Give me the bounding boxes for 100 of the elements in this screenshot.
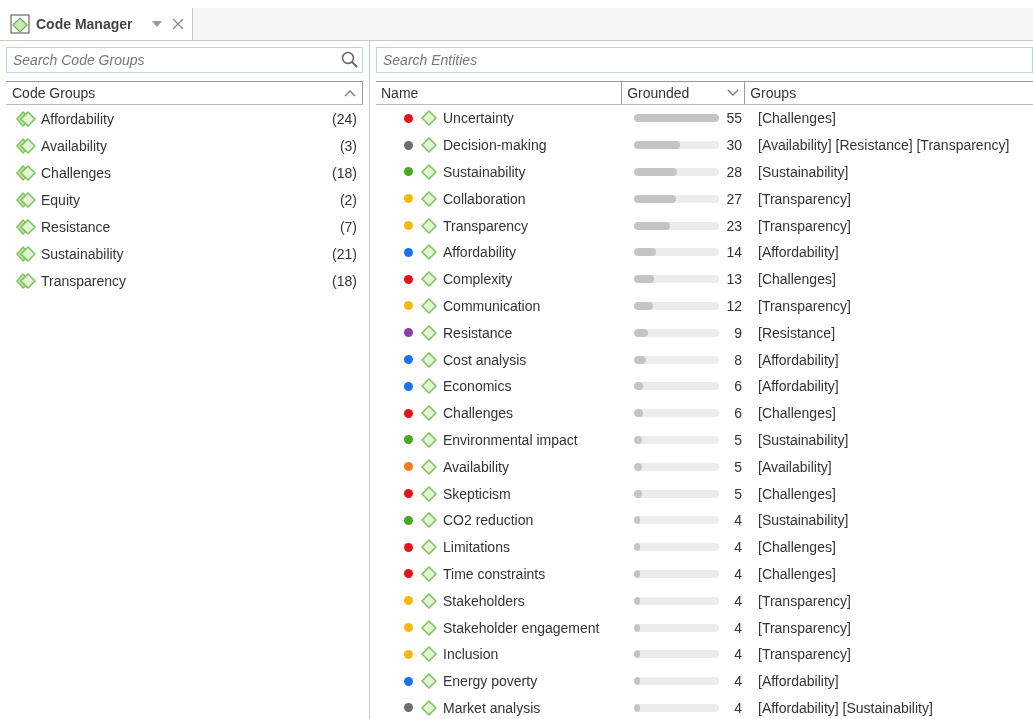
groups-cell-text: [Transparency] — [757, 217, 851, 234]
code-group-count: (3) — [339, 137, 357, 154]
groups-cell-text: [Sustainability] — [757, 512, 849, 529]
dropdown-icon[interactable] — [152, 21, 163, 27]
groups-cell-text: [Resistance] — [757, 324, 836, 341]
code-group-name[interactable]: Transparency — [41, 272, 333, 289]
code-icon — [421, 646, 437, 663]
code-manager-icon — [10, 14, 30, 34]
code-icon — [421, 592, 437, 609]
grounded-count: 4 — [733, 646, 742, 663]
column-header[interactable]: Grounded — [622, 82, 746, 104]
groups-cell-text: [Availability] — [757, 458, 832, 475]
code-icon — [421, 565, 437, 582]
code-icon — [421, 619, 437, 636]
close-icon[interactable] — [172, 18, 185, 30]
code-name[interactable]: Availability — [443, 458, 509, 475]
code-name[interactable]: Skepticism — [443, 485, 511, 502]
code-group-count: (7) — [339, 218, 357, 235]
code-group-name[interactable]: Equity — [41, 191, 340, 208]
code-name[interactable]: Challenges — [443, 405, 514, 422]
code-icon — [421, 512, 437, 529]
groups-cell-text: [Affordability] — [757, 378, 839, 395]
code-icon — [421, 271, 437, 288]
code-icon — [421, 137, 437, 154]
code-group-icon — [16, 164, 36, 181]
code-name[interactable]: Stakeholder engagement — [443, 619, 600, 636]
groups-cell-text: [Challenges] — [757, 565, 836, 582]
code-name[interactable]: Collaboration — [443, 190, 526, 207]
chevron-down-icon[interactable] — [727, 89, 740, 97]
groups-cell-text: [Challenges] — [757, 110, 836, 127]
code-group-count: (18) — [332, 272, 357, 289]
code-name[interactable]: Communication — [443, 297, 541, 314]
code-icon — [421, 405, 437, 422]
code-name[interactable]: Sustainability — [443, 164, 526, 180]
grounded-count: 12 — [725, 297, 742, 314]
code-group-icon — [16, 272, 36, 289]
grounded-count: 28 — [725, 164, 742, 180]
column-header[interactable]: Code Groups — [6, 81, 363, 105]
code-name[interactable]: Decision-making — [443, 137, 547, 154]
code-name[interactable]: Affordability — [443, 244, 516, 261]
code-name[interactable]: Limitations — [443, 539, 510, 556]
code-name[interactable]: Transparency — [443, 217, 529, 234]
code-icon — [421, 217, 437, 234]
groups-cell-text: [Challenges] — [757, 485, 836, 502]
grounded-count: 30 — [725, 137, 742, 154]
groups-cell-text: [Challenges] — [757, 405, 836, 422]
search-field[interactable]: Search Code Groups — [6, 47, 363, 73]
code-icon — [421, 190, 437, 207]
grounded-count: 23 — [725, 217, 742, 234]
code-name[interactable]: Environmental impact — [443, 431, 578, 448]
grounded-count: 4 — [733, 673, 742, 690]
code-group-icon — [16, 191, 36, 208]
grounded-count: 9 — [733, 324, 742, 341]
code-name[interactable]: Inclusion — [443, 646, 499, 663]
grounded-count: 6 — [733, 405, 742, 422]
groups-cell-text: [Challenges] — [757, 271, 836, 288]
code-name[interactable]: Time constraints — [443, 565, 546, 582]
grounded-count: 4 — [733, 539, 742, 556]
code-group-name[interactable]: Sustainability — [41, 245, 333, 262]
grounded-count: 5 — [733, 431, 742, 448]
groups-cell-text: [Affordability] — [757, 351, 839, 368]
code-group-name[interactable]: Challenges — [41, 164, 333, 181]
grounded-count: 13 — [725, 271, 742, 288]
groups-cell-text: [Challenges] — [757, 539, 836, 556]
code-name[interactable]: Economics — [443, 378, 512, 395]
grounded-count: 4 — [733, 592, 742, 609]
code-name[interactable]: Resistance — [443, 324, 513, 341]
code-group-name[interactable]: Affordability — [41, 110, 333, 127]
search-icon[interactable] — [341, 51, 358, 68]
groups-cell-text: [Transparency] — [757, 619, 851, 636]
code-name[interactable]: Cost analysis — [443, 351, 527, 368]
code-name[interactable]: Complexity — [443, 271, 513, 288]
search-field[interactable]: Search Entities — [376, 47, 1033, 73]
grounded-count: 4 — [733, 699, 742, 716]
code-name[interactable]: Stakeholders — [443, 592, 525, 609]
grounded-count: 4 — [733, 512, 742, 529]
code-group-icon — [16, 110, 36, 127]
groups-cell-text: [Availability] [Resistance] [Transparency] — [757, 137, 1010, 154]
code-group-name[interactable]: Resistance — [41, 218, 340, 235]
code-name[interactable]: Market analysis — [443, 699, 541, 716]
code-icon — [421, 378, 437, 395]
groups-cell-text: [Transparency] — [757, 190, 851, 207]
code-icon — [421, 164, 437, 180]
column-header[interactable]: Groups — [745, 82, 1033, 104]
grounded-count: 6 — [733, 378, 742, 395]
groups-cell-text: [Transparency] — [757, 297, 851, 314]
grounded-count: 27 — [725, 190, 742, 207]
code-group-count: (21) — [332, 245, 357, 262]
code-group-count: (18) — [332, 164, 357, 181]
code-name[interactable]: Uncertainty — [443, 110, 514, 127]
column-header[interactable]: Name — [376, 82, 623, 104]
code-group-name[interactable]: Availability — [41, 137, 340, 154]
groups-cell-text: [Affordability] — [757, 244, 839, 261]
grounded-count: 55 — [725, 110, 742, 127]
chevron-up-icon[interactable] — [344, 89, 356, 97]
code-manager-tab[interactable]: Code Manager — [0, 8, 194, 40]
code-group-count: (2) — [339, 191, 357, 208]
code-name[interactable]: CO2 reduction — [443, 512, 534, 529]
code-name[interactable]: Energy poverty — [443, 673, 538, 690]
grounded-count: 5 — [733, 458, 742, 475]
